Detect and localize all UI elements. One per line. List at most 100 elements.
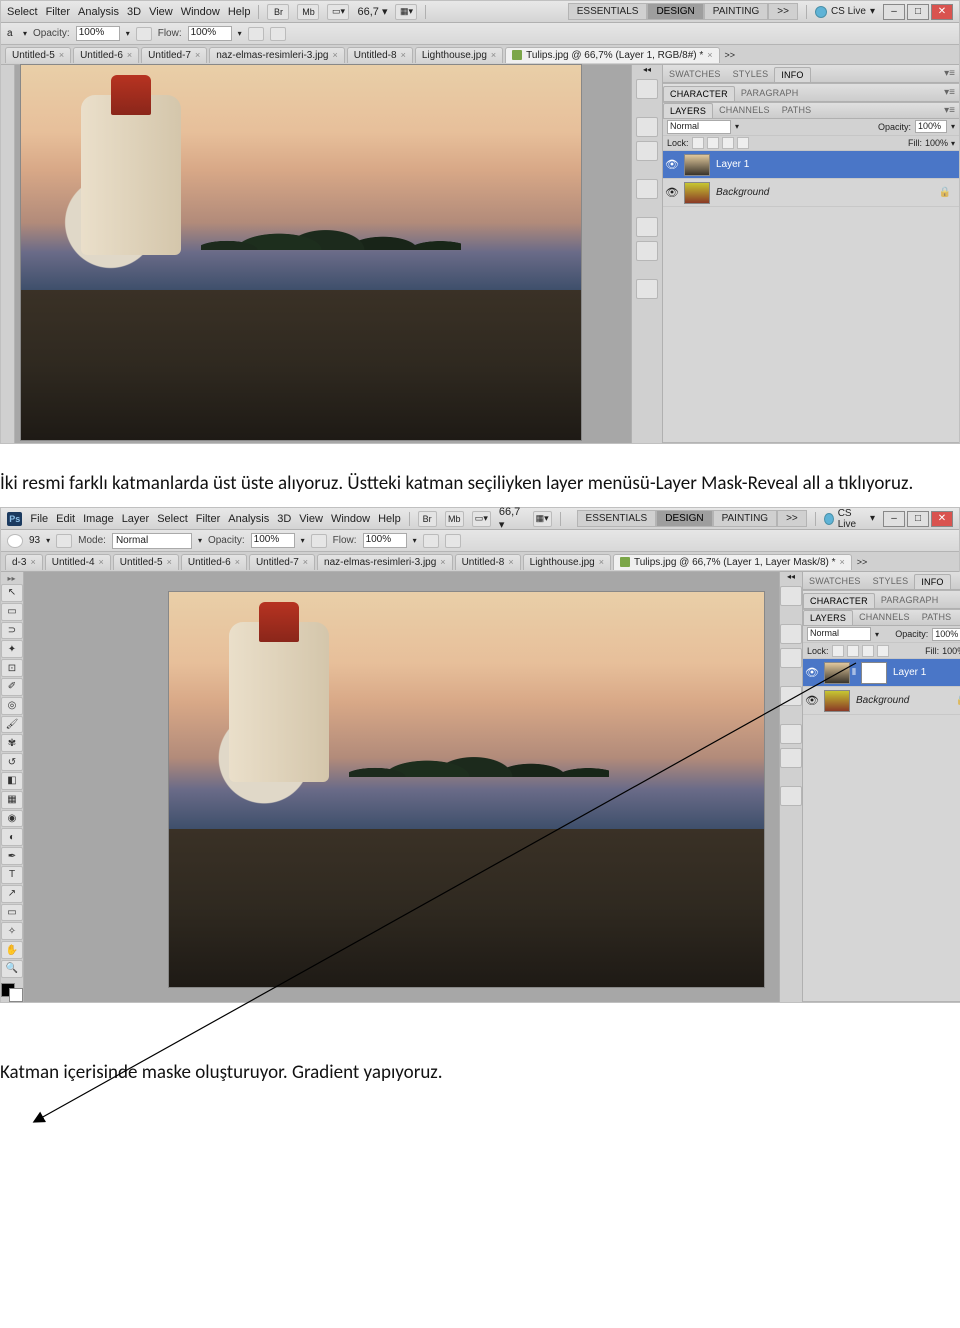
menu-view[interactable]: View bbox=[149, 6, 173, 18]
doc-tab[interactable]: naz-elmas-resimleri-3.jpg× bbox=[209, 47, 345, 63]
pen-tool[interactable]: ✒ bbox=[1, 847, 23, 865]
healing-brush-tool[interactable]: ◎ bbox=[1, 697, 23, 715]
menu-3d[interactable]: 3D bbox=[277, 513, 291, 525]
doc-tab[interactable]: Untitled-7× bbox=[141, 47, 207, 63]
paragraph-tab[interactable]: PARAGRAPH bbox=[875, 593, 945, 607]
swatches-tab[interactable]: SWATCHES bbox=[803, 574, 867, 588]
workspace-more[interactable]: >> bbox=[777, 510, 807, 527]
lock-all-icon[interactable] bbox=[877, 645, 889, 657]
doc-tab[interactable]: Untitled-6× bbox=[181, 554, 247, 570]
tablet-opacity-icon[interactable] bbox=[445, 534, 461, 548]
chevron-down-icon[interactable]: ▾ bbox=[875, 630, 879, 639]
lock-pixels-icon[interactable] bbox=[707, 137, 719, 149]
menu-analysis[interactable]: Analysis bbox=[78, 6, 119, 18]
brush-size[interactable]: 93 bbox=[29, 535, 40, 546]
tablet-pressure-icon[interactable] bbox=[136, 27, 152, 41]
menu-filter[interactable]: Filter bbox=[196, 513, 220, 525]
flow-input[interactable]: 100% bbox=[188, 26, 232, 41]
visibility-icon[interactable]: 👁 bbox=[663, 158, 681, 171]
close-icon[interactable]: × bbox=[167, 557, 172, 567]
doc-tab-active[interactable]: Tulips.jpg @ 66,7% (Layer 1, RGB/8#) *× bbox=[505, 47, 719, 63]
lock-position-icon[interactable] bbox=[862, 645, 874, 657]
menu-select[interactable]: Select bbox=[7, 6, 38, 18]
layer-thumbnail[interactable] bbox=[684, 182, 710, 204]
move-tool[interactable]: ↖ bbox=[1, 584, 23, 602]
zoom-level[interactable]: 66,7 ▾ bbox=[499, 506, 525, 531]
airbrush-icon[interactable] bbox=[423, 534, 439, 548]
chevron-down-icon[interactable]: ▾ bbox=[238, 29, 242, 38]
link-icon[interactable]: ⦀ bbox=[852, 667, 856, 678]
fill-input[interactable]: 100% bbox=[925, 138, 948, 148]
minimize-button[interactable]: – bbox=[883, 4, 905, 20]
menu-window[interactable]: Window bbox=[331, 513, 370, 525]
workspace-painting[interactable]: PAINTING bbox=[704, 3, 768, 20]
maximize-button[interactable]: □ bbox=[907, 511, 929, 527]
styles-icon[interactable] bbox=[780, 724, 802, 744]
doc-tab-active[interactable]: Tulips.jpg @ 66,7% (Layer 1, Layer Mask/… bbox=[613, 554, 852, 570]
layer-thumbnail[interactable] bbox=[684, 154, 710, 176]
channels-tab[interactable]: CHANNELS bbox=[713, 103, 776, 117]
hand-tool[interactable]: ✋ bbox=[1, 941, 23, 959]
canvas-area[interactable] bbox=[24, 572, 779, 1002]
layer-opacity-input[interactable]: 100% bbox=[915, 120, 947, 133]
layer-thumbnail[interactable] bbox=[824, 662, 850, 684]
close-icon[interactable]: × bbox=[303, 557, 308, 567]
screenmode-button[interactable]: ▭▾ bbox=[472, 511, 491, 527]
visibility-icon[interactable]: 👁 bbox=[803, 666, 821, 679]
tablet-opacity-icon[interactable] bbox=[270, 27, 286, 41]
arrange-button[interactable]: ▦▾ bbox=[533, 511, 552, 527]
blend-mode-select[interactable]: Normal bbox=[667, 120, 731, 134]
airbrush-icon[interactable] bbox=[248, 27, 264, 41]
workspace-design[interactable]: DESIGN bbox=[656, 510, 712, 527]
menu-3d[interactable]: 3D bbox=[127, 6, 141, 18]
eraser-tool[interactable]: ◧ bbox=[1, 772, 23, 790]
cs-live[interactable]: CS Live ▾ bbox=[824, 508, 875, 530]
marquee-tool[interactable]: ▭ bbox=[1, 603, 23, 621]
swatches-tab[interactable]: SWATCHES bbox=[663, 67, 727, 81]
character-tab[interactable]: CHARACTER bbox=[803, 593, 875, 608]
path-select-tool[interactable]: ↗ bbox=[1, 885, 23, 903]
eyedropper-tool[interactable]: ✐ bbox=[1, 678, 23, 696]
tablet-pressure-icon[interactable] bbox=[311, 534, 327, 548]
chevron-down-icon[interactable]: ▾ bbox=[126, 29, 130, 38]
panel-menu-icon[interactable]: ▾≡ bbox=[940, 68, 959, 79]
zoom-level[interactable]: 66,7 ▾ bbox=[357, 5, 387, 18]
close-icon[interactable]: × bbox=[333, 50, 338, 60]
opacity-input[interactable]: 100% bbox=[251, 533, 295, 548]
close-button[interactable]: ✕ bbox=[931, 511, 953, 527]
menu-help[interactable]: Help bbox=[378, 513, 401, 525]
brush-tip-icon[interactable] bbox=[7, 534, 23, 548]
close-icon[interactable]: × bbox=[99, 557, 104, 567]
chevron-down-icon[interactable]: ▾ bbox=[951, 122, 955, 131]
expand-icon[interactable]: ◂◂ bbox=[780, 572, 802, 582]
doc-tab[interactable]: Lighthouse.jpg× bbox=[415, 47, 503, 63]
layers-icon[interactable] bbox=[780, 648, 802, 668]
blend-mode-select[interactable]: Normal bbox=[807, 627, 871, 641]
paragraph-tab[interactable]: PARAGRAPH bbox=[735, 86, 805, 100]
brush-tool[interactable]: 🖌 bbox=[1, 716, 23, 734]
layers-tab[interactable]: LAYERS bbox=[663, 103, 713, 118]
workspace-essentials[interactable]: ESSENTIALS bbox=[577, 510, 657, 527]
lock-position-icon[interactable] bbox=[722, 137, 734, 149]
workspace-essentials[interactable]: ESSENTIALS bbox=[568, 3, 648, 20]
close-icon[interactable]: × bbox=[59, 50, 64, 60]
menu-file[interactable]: File bbox=[30, 513, 48, 525]
chevron-down-icon[interactable]: ▾ bbox=[413, 536, 417, 545]
arrange-button[interactable]: ▦▾ bbox=[395, 4, 417, 20]
info-tab[interactable]: INFO bbox=[914, 574, 950, 589]
lock-transparency-icon[interactable] bbox=[692, 137, 704, 149]
close-icon[interactable]: × bbox=[235, 557, 240, 567]
workspace-design[interactable]: DESIGN bbox=[647, 3, 703, 20]
gradient-tool[interactable]: ▦ bbox=[1, 791, 23, 809]
menu-select[interactable]: Select bbox=[157, 513, 188, 525]
workspace-painting[interactable]: PAINTING bbox=[713, 510, 777, 527]
layer-name[interactable]: Background bbox=[710, 187, 769, 198]
layers-tab[interactable]: LAYERS bbox=[803, 610, 853, 625]
tabs-overflow[interactable]: >> bbox=[854, 555, 871, 569]
chevron-down-icon[interactable]: ▾ bbox=[735, 122, 739, 131]
flow-input[interactable]: 100% bbox=[363, 533, 407, 548]
clone-stamp-tool[interactable]: ✾ bbox=[1, 734, 23, 752]
expand-icon[interactable]: ▸▸ bbox=[8, 574, 17, 583]
minibridge-icon[interactable] bbox=[780, 586, 802, 606]
close-icon[interactable]: × bbox=[127, 50, 132, 60]
